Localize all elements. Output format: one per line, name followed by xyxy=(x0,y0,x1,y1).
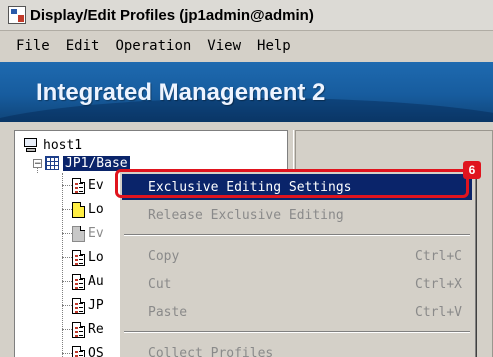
title-bar[interactable]: Display/Edit Profiles (jp1admin@admin) xyxy=(0,0,493,31)
menu-item-label: Paste xyxy=(148,305,188,320)
menu-help[interactable]: Help xyxy=(255,36,293,56)
doc-icon xyxy=(72,298,85,314)
host-label: host1 xyxy=(43,137,83,153)
product-banner: Integrated Management 2 xyxy=(0,62,493,122)
menu-operation[interactable]: Operation xyxy=(113,36,193,56)
menu-view[interactable]: View xyxy=(205,36,243,56)
menu-item-collect-profiles[interactable]: Collect Profiles xyxy=(122,340,472,357)
tree-connector xyxy=(62,209,72,210)
doc-icon xyxy=(72,346,85,357)
tree-connector xyxy=(62,233,72,234)
doc-icon xyxy=(72,178,85,194)
menu-item-cut[interactable]: Cut Ctrl+X xyxy=(122,271,472,297)
tree-node-host[interactable]: host1 xyxy=(23,135,82,155)
tree-connector xyxy=(62,305,72,306)
banner-title: Integrated Management 2 xyxy=(36,79,326,106)
menu-item-label: Copy xyxy=(148,249,180,264)
profile-app-icon xyxy=(8,6,26,24)
menu-file[interactable]: File xyxy=(14,36,52,56)
tree-connector xyxy=(62,281,72,282)
menu-item-copy[interactable]: Copy Ctrl+C xyxy=(122,243,472,269)
tree-child-label: Lo xyxy=(88,250,104,265)
doc-icon xyxy=(72,250,85,266)
menu-bar: File Edit Operation View Help xyxy=(0,31,493,61)
tree-child-label: Ev xyxy=(88,178,104,193)
tree-child-label: JP xyxy=(88,298,104,313)
yellow-doc-icon xyxy=(72,202,85,218)
computer-icon xyxy=(23,137,39,153)
menu-item-shortcut: Ctrl+V xyxy=(415,305,462,320)
tree-child-label: Au xyxy=(88,274,104,289)
grid-icon xyxy=(45,156,59,170)
gray-doc-icon xyxy=(72,226,85,242)
callout-number-badge: 6 xyxy=(463,161,481,179)
tree-connector xyxy=(62,329,72,330)
menu-item-label: Release Exclusive Editing xyxy=(148,208,344,223)
collapse-icon[interactable]: − xyxy=(33,158,42,168)
tree-connector xyxy=(62,353,72,354)
tree-node-jp1base[interactable]: − JP1/Base xyxy=(33,153,130,173)
menu-item-paste[interactable]: Paste Ctrl+V xyxy=(122,299,472,325)
menu-edit[interactable]: Edit xyxy=(64,36,102,56)
menu-separator xyxy=(124,234,470,236)
window-title: Display/Edit Profiles (jp1admin@admin) xyxy=(30,6,314,24)
tree-child-label: Ev xyxy=(88,226,104,241)
profiles-window: Display/Edit Profiles (jp1admin@admin) F… xyxy=(0,0,493,357)
context-menu: Exclusive Editing Settings Release Exclu… xyxy=(119,170,475,357)
tree-connector xyxy=(62,185,72,186)
menu-item-label: Collect Profiles xyxy=(148,346,274,357)
callout-highlight-box xyxy=(115,169,469,198)
menu-separator xyxy=(124,331,470,333)
tree-child-label: Lo xyxy=(88,202,104,217)
menu-item-shortcut: Ctrl+C xyxy=(415,249,462,264)
tree-child-label: Re xyxy=(88,322,104,337)
tree-child-label: OS xyxy=(88,346,104,357)
doc-icon xyxy=(72,274,85,290)
doc-icon xyxy=(72,322,85,338)
menu-item-label: Cut xyxy=(148,277,172,292)
menu-item-release-exclusive-editing[interactable]: Release Exclusive Editing xyxy=(122,202,472,228)
tree-connector xyxy=(62,257,72,258)
menu-item-shortcut: Ctrl+X xyxy=(415,277,462,292)
